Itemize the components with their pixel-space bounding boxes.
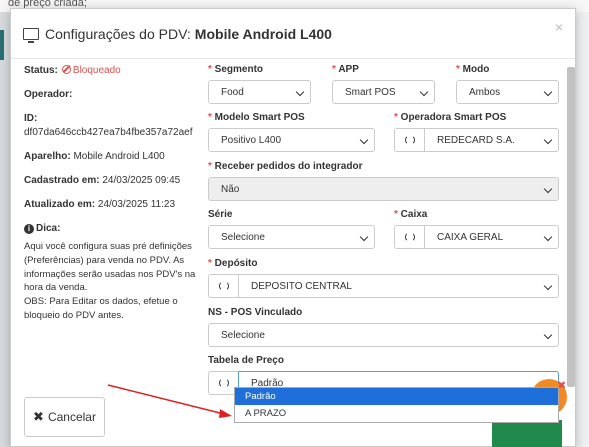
dropdown-option-a-prazo[interactable]: A PRAZO: [235, 405, 558, 422]
dropdown-option-padrao[interactable]: Padrão: [235, 388, 558, 405]
annotation-arrow-icon: [107, 384, 232, 418]
tabela-dropdown: Padrão A PRAZO: [234, 387, 559, 423]
